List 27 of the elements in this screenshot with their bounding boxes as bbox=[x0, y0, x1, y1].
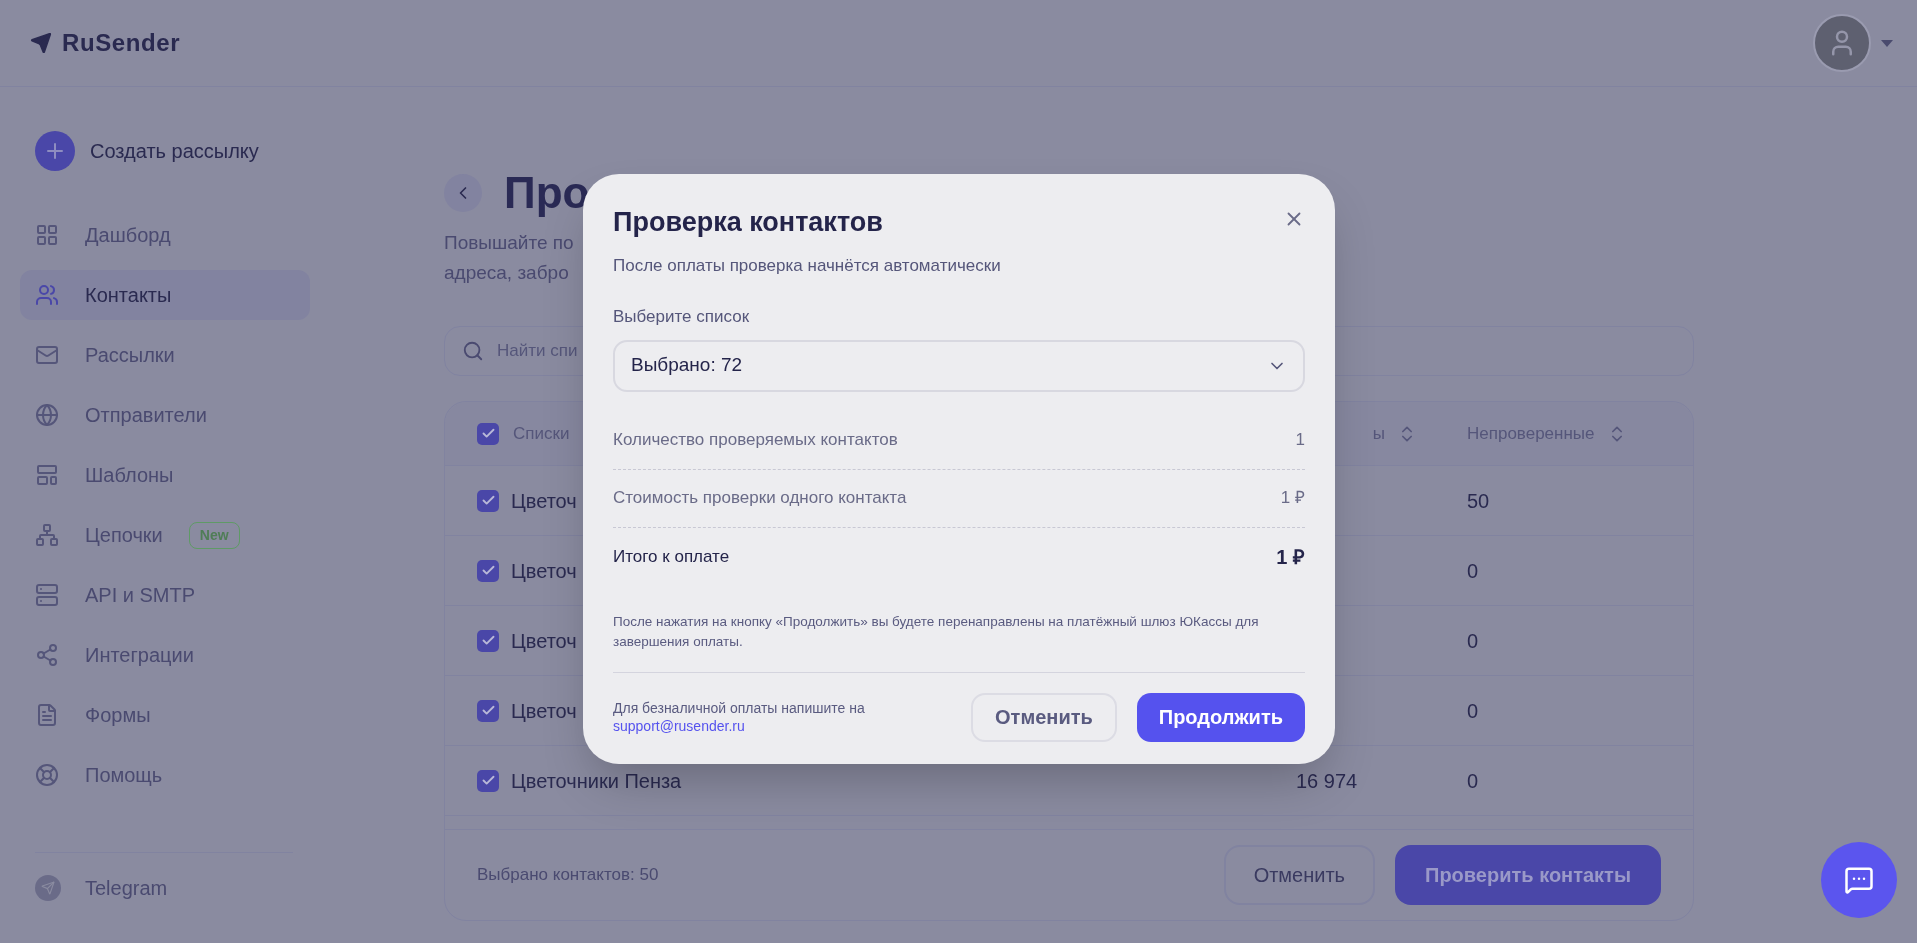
table-cell: 0 bbox=[1467, 699, 1479, 722]
table-cell: 0 bbox=[1467, 629, 1479, 652]
table-cell: 50 bbox=[1467, 489, 1490, 512]
payment-note: После нажатия на кнопку «Продолжить» вы будете перенаправлены на платёжный шлюз ЮКассы для завершения оплаты. bbox=[613, 612, 1260, 651]
table-cell: 16 974 bbox=[1296, 769, 1358, 792]
table-cell: 0 bbox=[1467, 559, 1479, 582]
page-title: Про bbox=[504, 170, 590, 216]
page-description: адреса, забро bbox=[444, 261, 569, 285]
dialog-subtitle: После оплаты проверка начнётся автоматически bbox=[613, 254, 1002, 277]
table-cell-text: Цветоч bbox=[511, 698, 577, 724]
summary-label: Стоимость проверки одного контакта bbox=[613, 487, 907, 510]
summary-value: 1 ₽ bbox=[1276, 544, 1305, 570]
summary-value: 1 bbox=[1295, 429, 1305, 452]
summary-label: Итого к оплате bbox=[613, 545, 730, 568]
selected-count: Выбрано контактов: 50 bbox=[477, 864, 659, 887]
support-text: Для безналичной оплаты напишите на bbox=[613, 699, 865, 717]
summary-label: Количество проверяемых контактов bbox=[613, 429, 898, 452]
page-description: Повышайте по bbox=[444, 231, 574, 255]
table-cell-text: Цветоч bbox=[511, 628, 577, 654]
dialog-title: Проверка контактов bbox=[613, 206, 883, 239]
table-cell-text: Цветоч bbox=[511, 558, 577, 584]
table-cell: 0 bbox=[1467, 769, 1479, 792]
table-cell-text: Цветоч bbox=[511, 488, 577, 514]
table-cell-text: Цветочники Пенза bbox=[511, 768, 682, 794]
new-badge: New bbox=[188, 521, 240, 549]
select-label: Выберите список bbox=[613, 306, 751, 328]
summary-value: 1 ₽ bbox=[1280, 487, 1305, 510]
